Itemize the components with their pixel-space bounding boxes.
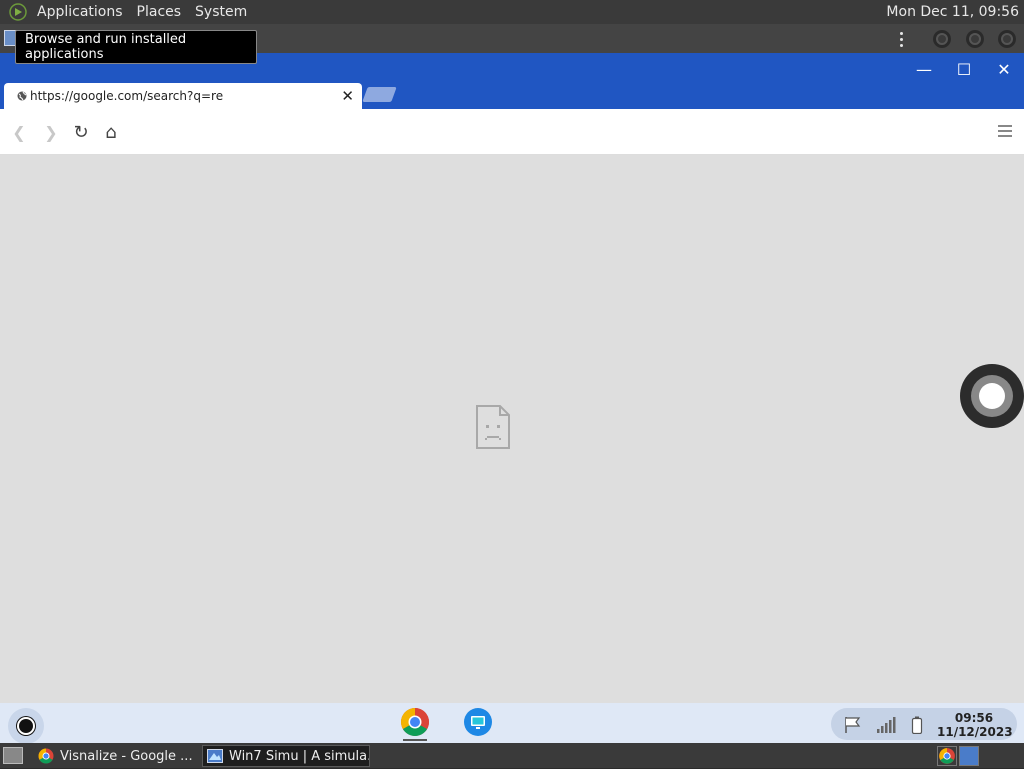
system-tray[interactable]: 09:56 11/12/2023 xyxy=(831,708,1017,740)
browser-toolbar: ❮ ❯ ↻ ⌂ xyxy=(0,109,1024,155)
shelf-clock-time: 09:56 xyxy=(954,711,994,725)
page-content xyxy=(0,155,1024,703)
home-icon[interactable]: ⌂ xyxy=(101,122,121,143)
browser-minimize-button[interactable]: — xyxy=(904,57,944,81)
hamburger-menu-icon[interactable] xyxy=(998,125,1012,137)
shelf-clock[interactable]: 09:56 11/12/2023 xyxy=(937,711,1013,739)
signal-icon[interactable] xyxy=(876,716,896,734)
browser-window-controls: — ☐ ✕ xyxy=(904,57,1024,81)
taskbar-item-chrome[interactable]: Visnalize - Google ... xyxy=(34,745,200,767)
shelf-clock-date: 11/12/2023 xyxy=(937,725,1013,739)
sad-page-icon xyxy=(476,405,510,449)
assistant-ring-icon xyxy=(971,375,1013,417)
active-app-indicator xyxy=(403,739,427,741)
taskbar-item-label: Visnalize - Google ... xyxy=(60,748,193,764)
simulated-shelf: 09:56 11/12/2023 xyxy=(0,703,1024,744)
forward-icon[interactable]: ❯ xyxy=(41,122,61,142)
tab-title: https://google.com/search?q=re xyxy=(30,89,224,103)
top-panel: Applications Places System Mon Dec 11, 0… xyxy=(0,0,1024,24)
taskbar-item-win7-simu[interactable]: Win7 Simu | A simula... xyxy=(202,745,370,767)
applications-tooltip: Browse and run installed applications xyxy=(15,30,257,64)
panel-menu: Applications Places System xyxy=(0,0,254,24)
window-close-button[interactable] xyxy=(998,30,1016,48)
more-options-icon[interactable] xyxy=(896,28,906,50)
globe-icon xyxy=(16,90,28,102)
gnome-foot-icon[interactable] xyxy=(6,0,30,24)
win7-simu-icon xyxy=(207,749,223,763)
browser-tab-active[interactable]: https://google.com/search?q=re ✕ xyxy=(4,83,362,109)
browser-maximize-button[interactable]: ☐ xyxy=(944,57,984,81)
chrome-icon xyxy=(38,748,54,764)
launcher-button[interactable] xyxy=(8,708,44,744)
browser-close-button[interactable]: ✕ xyxy=(984,57,1024,81)
host-taskbar: Visnalize - Google ... Win7 Simu | A sim… xyxy=(0,743,1024,768)
places-menu[interactable]: Places xyxy=(130,0,189,24)
applications-menu[interactable]: Applications xyxy=(30,0,130,24)
back-icon[interactable]: ❮ xyxy=(9,122,29,142)
reload-icon[interactable]: ↻ xyxy=(71,122,91,143)
show-desktop-icon[interactable] xyxy=(3,747,23,764)
system-menu[interactable]: System xyxy=(188,0,254,24)
tab-close-icon[interactable]: ✕ xyxy=(341,87,354,105)
panel-clock[interactable]: Mon Dec 11, 09:56 xyxy=(886,0,1019,24)
chrome-icon[interactable] xyxy=(400,707,430,737)
flag-icon[interactable] xyxy=(843,716,863,734)
remote-desktop-icon[interactable] xyxy=(463,707,493,737)
new-tab-button[interactable] xyxy=(362,87,397,102)
window-minimize-button[interactable] xyxy=(933,30,951,48)
win7-simu-icon[interactable] xyxy=(959,746,979,766)
taskbar-item-label: Win7 Simu | A simula... xyxy=(229,748,370,764)
window-maximize-button[interactable] xyxy=(966,30,984,48)
chrome-icon[interactable] xyxy=(937,746,957,766)
floating-assistant-button[interactable] xyxy=(960,364,1024,428)
battery-icon[interactable] xyxy=(907,716,927,734)
